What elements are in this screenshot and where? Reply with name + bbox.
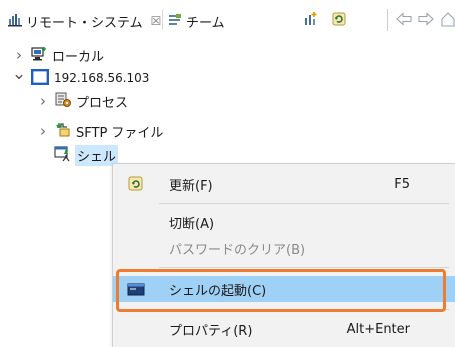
context-menu: 更新(F) F5 切断(A) パスワードのクリア(B) シェルの起動(C) プロ… xyxy=(112,163,455,347)
menu-item-shortcut: Alt+Enter xyxy=(346,321,410,337)
shells-icon xyxy=(54,145,72,166)
forward-arrow-icon xyxy=(418,11,434,29)
menu-item-refresh[interactable]: 更新(F) F5 xyxy=(113,171,455,197)
sftp-files-icon xyxy=(55,122,71,141)
menu-item-properties[interactable]: プロパティ(R) Alt+Enter xyxy=(113,316,455,342)
menu-item-label: 更新(F) xyxy=(169,178,213,194)
menu-item-label: 切断(A) xyxy=(169,216,215,232)
terminal-icon xyxy=(127,280,145,298)
back-arrow-icon xyxy=(396,11,412,29)
tab-team[interactable]: チーム xyxy=(168,10,225,32)
menu-item-disconnect[interactable]: 切断(A) xyxy=(113,209,455,235)
tab-team-label: チーム xyxy=(186,15,225,31)
tab-divider xyxy=(162,10,163,30)
expand-chevron-icon[interactable]: › xyxy=(37,122,49,140)
back-button[interactable] xyxy=(395,10,413,30)
home-button[interactable] xyxy=(440,10,455,30)
menu-item-launch-shell[interactable]: シェルの起動(C) xyxy=(113,276,455,302)
processes-icon xyxy=(55,92,71,111)
host-connection-icon xyxy=(31,68,50,88)
menu-item-clear-password: パスワードのクリア(B) xyxy=(113,235,455,261)
menu-separator xyxy=(159,203,449,204)
refresh-button[interactable] xyxy=(330,10,348,30)
tab-remote-systems-label: リモート・システム xyxy=(26,15,143,31)
local-host-icon xyxy=(31,46,47,65)
remote-systems-icon xyxy=(8,13,22,30)
tree-item-label: 192.168.56.103 xyxy=(54,71,150,85)
refresh-icon xyxy=(127,175,145,193)
tree-item-shells[interactable]: シェル xyxy=(54,144,119,166)
tree-item-label: ローカル xyxy=(52,49,105,65)
refresh-icon xyxy=(331,11,347,30)
tree-item-local[interactable]: › ローカル xyxy=(13,45,104,65)
home-icon xyxy=(440,11,455,30)
view-tab-bar: リモート・システム ☒ チーム xyxy=(0,0,455,37)
new-connection-button[interactable] xyxy=(302,10,320,30)
tree-item-sftp[interactable]: › SFTP ファイル xyxy=(37,121,163,141)
menu-separator xyxy=(159,309,449,310)
new-connection-icon xyxy=(303,11,319,30)
team-icon xyxy=(168,13,182,30)
menu-separator xyxy=(159,267,449,268)
tree-item-label: プロセス xyxy=(76,95,129,111)
forward-button[interactable] xyxy=(417,10,435,30)
menu-item-shortcut: F5 xyxy=(394,176,410,192)
expand-chevron-icon[interactable]: › xyxy=(13,46,25,64)
expand-chevron-icon[interactable]: › xyxy=(37,92,49,110)
menu-item-label: プロパティ(R) xyxy=(169,323,253,339)
close-tab-icon[interactable]: ☒ xyxy=(151,14,162,28)
collapse-chevron-icon[interactable]: ⌄ xyxy=(12,64,26,84)
toolbar-separator xyxy=(387,9,388,31)
tree-item-label: SFTP ファイル xyxy=(76,125,164,141)
menu-item-label: シェルの起動(C) xyxy=(169,283,267,299)
tree-item-processes[interactable]: › プロセス xyxy=(37,91,128,111)
menu-item-label: パスワードのクリア(B) xyxy=(169,242,306,258)
tree-item-host[interactable]: ⌄ 192.168.56.103 xyxy=(12,64,150,88)
tab-remote-systems[interactable]: リモート・システム ☒ xyxy=(8,10,161,32)
